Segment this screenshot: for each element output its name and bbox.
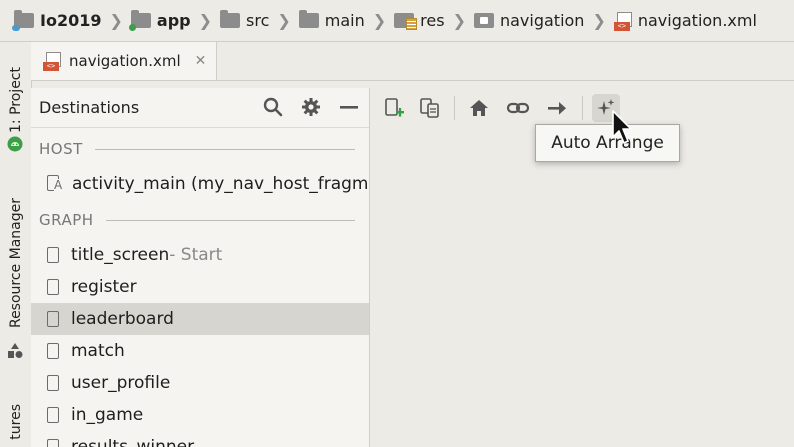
destinations-header: Destinations — [31, 88, 369, 128]
destination-item-in-game[interactable]: in_game — [31, 399, 369, 431]
breadcrumb-item-navigation-xml[interactable]: navigation.xml — [613, 11, 757, 31]
chevron-right-icon: ❯ — [198, 11, 212, 30]
destination-item-results-winner[interactable]: results_winner — [31, 431, 369, 447]
host-item[interactable]: activity_main (my_nav_host_fragment) — [31, 168, 369, 200]
structure-tool-tab[interactable]: tures — [0, 397, 31, 447]
folder-icon — [220, 10, 240, 28]
tool-window-strip: 1: Project Resource Manager tures — [0, 42, 32, 447]
resource-manager-icon — [6, 342, 24, 360]
fragment-icon — [47, 407, 59, 423]
xml-file-icon — [613, 11, 632, 31]
add-action-button[interactable] — [543, 94, 571, 122]
close-icon[interactable]: ✕ — [195, 53, 207, 69]
destination-item-register[interactable]: register — [31, 271, 369, 303]
android-icon — [7, 136, 23, 152]
fragment-icon — [47, 311, 59, 327]
editor-tab-bar: navigation.xml ✕ — [31, 42, 794, 81]
auto-arrange-tooltip: Auto Arrange — [535, 124, 680, 162]
breadcrumb-item-app[interactable]: app — [128, 10, 191, 31]
chevron-right-icon: ❯ — [372, 11, 387, 30]
navigation-folder-icon — [473, 13, 494, 28]
action-arrow-icon — [548, 102, 566, 115]
navigation-graph-canvas[interactable] — [370, 128, 794, 447]
project-tool-tab[interactable]: 1: Project — [0, 50, 31, 150]
set-start-destination-button[interactable] — [465, 94, 493, 122]
fragment-icon — [47, 343, 59, 359]
mouse-pointer-icon — [611, 109, 635, 151]
minimize-icon[interactable] — [339, 97, 359, 121]
link-icon — [506, 102, 530, 114]
project-folder-icon — [12, 10, 34, 31]
toolbar-separator — [582, 96, 583, 120]
deep-link-button[interactable] — [504, 94, 532, 122]
chevron-right-icon: ❯ — [109, 11, 123, 30]
new-destination-icon — [385, 98, 404, 117]
copy-destination-button[interactable] — [416, 94, 444, 122]
destination-item-user-profile[interactable]: user_profile — [31, 367, 369, 399]
fragment-icon — [47, 247, 59, 263]
destination-item-leaderboard[interactable]: leaderboard — [31, 303, 369, 335]
tab-navigation-xml[interactable]: navigation.xml ✕ — [31, 42, 217, 80]
new-destination-button[interactable] — [380, 94, 408, 122]
chevron-right-icon: ❯ — [452, 11, 466, 30]
resource-manager-tool-tab[interactable]: Resource Manager — [0, 188, 31, 338]
breadcrumb-item-main[interactable]: main — [298, 10, 365, 30]
res-folder-icon — [394, 13, 418, 30]
fragment-icon — [47, 439, 59, 447]
panel-title: Destinations — [39, 98, 140, 117]
destination-item-title-screen[interactable]: title_screen - Start — [31, 239, 369, 271]
host-activity-icon — [47, 175, 63, 193]
graph-section-header: GRAPH — [39, 211, 355, 229]
folder-icon — [298, 10, 319, 28]
breadcrumb-item-res[interactable]: res — [394, 11, 445, 30]
copy-destination-icon — [420, 98, 439, 118]
destination-item-match[interactable]: match — [31, 335, 369, 367]
chevron-right-icon: ❯ — [592, 11, 606, 30]
toolbar-separator — [454, 96, 455, 120]
chevron-right-icon: ❯ — [277, 11, 291, 30]
host-section-header: HOST — [39, 140, 355, 158]
module-folder-icon — [128, 10, 151, 31]
breadcrumb-item-project[interactable]: Io2019 — [12, 10, 101, 31]
fragment-icon — [47, 279, 59, 295]
search-icon[interactable] — [263, 97, 283, 121]
destinations-panel: Destinations HOST activity_main (my_nav_… — [31, 88, 370, 447]
breadcrumb-item-navigation[interactable]: navigation — [473, 11, 584, 30]
home-icon — [470, 100, 488, 116]
fragment-icon — [47, 375, 59, 391]
breadcrumb-item-src[interactable]: src — [220, 10, 269, 30]
xml-file-icon — [43, 52, 61, 71]
breadcrumb: Io2019 ❯ app ❯ src ❯ main ❯ res ❯ naviga… — [0, 0, 794, 42]
gear-icon[interactable] — [301, 97, 321, 121]
nav-editor-toolbar — [370, 88, 794, 129]
